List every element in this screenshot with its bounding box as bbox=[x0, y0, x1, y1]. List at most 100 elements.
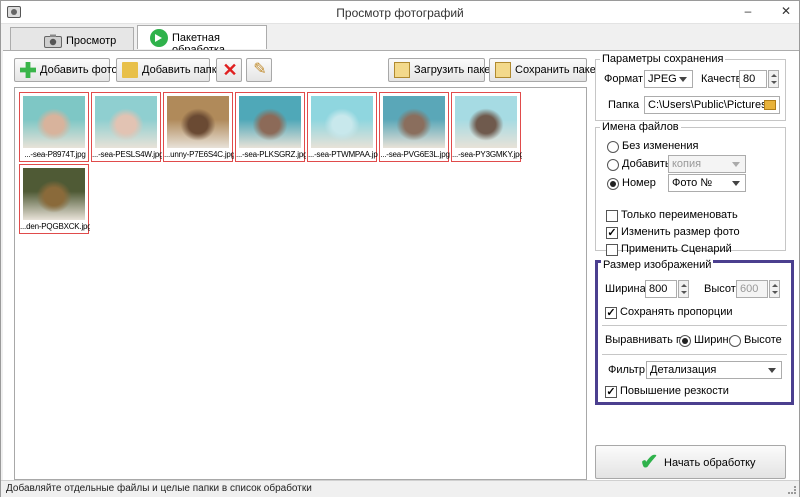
checkmark-icon: ✔ bbox=[640, 449, 659, 474]
quality-input[interactable]: 80 bbox=[739, 70, 767, 88]
file-name: ...-sea-PTWMPAA.jpg bbox=[308, 150, 378, 159]
filter-label: Фильтр bbox=[608, 364, 645, 376]
tab-view[interactable]: Просмотр bbox=[10, 27, 134, 50]
batch-panel: Добавить фото Добавить папку ✕ ✎ Загрузи… bbox=[3, 50, 799, 480]
sharpen-label: Повышение резкости bbox=[620, 385, 729, 397]
add-photo-label: Добавить фото bbox=[40, 64, 118, 76]
photo-preview bbox=[95, 96, 157, 148]
photo-preview bbox=[167, 96, 229, 148]
camera-icon bbox=[44, 34, 62, 48]
file-name: ...den-PQGBXCK.jpg bbox=[20, 222, 90, 231]
folder-path-input[interactable]: C:\Users\Public\Pictures bbox=[644, 96, 780, 114]
start-processing-button[interactable]: ✔ Начать обработку bbox=[595, 445, 786, 479]
folder-label: Папка bbox=[608, 99, 640, 111]
tab-bar: Просмотр Пакетная обработка bbox=[1, 24, 799, 56]
file-name: ...-sea-PESLS4W.jpg bbox=[92, 150, 162, 159]
width-input[interactable]: 800 bbox=[645, 280, 677, 298]
image-size-group: Размер изображений Ширина 800 Высота 600… bbox=[595, 259, 794, 405]
radio-number[interactable] bbox=[607, 178, 619, 190]
radio-align-height[interactable] bbox=[729, 335, 741, 347]
file-names-title: Имена файлов bbox=[600, 121, 681, 133]
file-thumbnail[interactable]: ...den-PQGBXCK.jpg bbox=[19, 164, 90, 234]
plus-icon bbox=[20, 62, 36, 78]
width-label: Ширина bbox=[605, 283, 646, 295]
photo-preview bbox=[23, 168, 85, 220]
align-height-label: Высоте bbox=[744, 334, 782, 346]
file-name: ...-sea-PLKSGRZ.jpg bbox=[236, 150, 306, 159]
number-format-select[interactable]: Фото № bbox=[668, 174, 746, 192]
resize-grip-icon[interactable] bbox=[788, 486, 796, 494]
close-button[interactable]: ✕ bbox=[773, 1, 799, 21]
height-stepper[interactable] bbox=[769, 280, 780, 298]
delete-button[interactable]: ✕ bbox=[216, 58, 242, 82]
play-icon bbox=[150, 29, 168, 47]
scenario-checkbox[interactable] bbox=[606, 244, 618, 256]
file-thumbnail[interactable]: ...-sea-PY3GMKY.jpg bbox=[451, 92, 522, 162]
save-params-group: Параметры сохранения Формат JPEG Качеств… bbox=[595, 53, 786, 121]
load-pack-button[interactable]: Загрузить пакет bbox=[388, 58, 495, 82]
number-label: Номер bbox=[622, 177, 656, 189]
add-suffix-select[interactable]: копия bbox=[668, 155, 746, 173]
radio-no-change[interactable] bbox=[607, 141, 619, 153]
load-pack-label: Загрузить пакет bbox=[414, 64, 496, 76]
photo-preview bbox=[23, 96, 85, 148]
sharpen-checkbox[interactable]: ✓ bbox=[605, 386, 617, 398]
file-thumbnail[interactable]: ...-sea-PESLS4W.jpg bbox=[91, 92, 162, 162]
rename-only-checkbox[interactable] bbox=[606, 210, 618, 222]
broom-icon: ✎ bbox=[253, 61, 267, 78]
file-name: ...-sea-PY3GMKY.jpg bbox=[452, 150, 522, 159]
save-pack-button[interactable]: Сохранить пакет bbox=[489, 58, 601, 82]
folder-browse-icon[interactable] bbox=[764, 100, 776, 110]
resize-checkbox[interactable]: ✓ bbox=[606, 227, 618, 239]
image-size-title: Размер изображений bbox=[601, 259, 714, 271]
resize-label: Изменить размер фото bbox=[621, 226, 740, 238]
quality-stepper[interactable] bbox=[768, 70, 779, 88]
status-text: Добавляйте отдельные файлы и целые папки… bbox=[6, 483, 312, 494]
photo-preview bbox=[311, 96, 373, 148]
folder-path-value: C:\Users\Public\Pictures bbox=[648, 99, 767, 111]
tab-batch[interactable]: Пакетная обработка bbox=[137, 25, 267, 56]
file-thumbnail[interactable]: ...-sea-PTWMPAA.jpg bbox=[307, 92, 378, 162]
radio-align-width[interactable] bbox=[679, 335, 691, 347]
add-folder-button[interactable]: Добавить папку bbox=[116, 58, 222, 82]
file-thumbnail[interactable]: ...-sea-PVG6E3L.jpg bbox=[379, 92, 450, 162]
status-bar: Добавляйте отдельные файлы и целые папки… bbox=[1, 480, 799, 497]
keep-proportions-checkbox[interactable]: ✓ bbox=[605, 307, 617, 319]
divider bbox=[602, 354, 787, 355]
add-label: Добавить bbox=[622, 158, 671, 170]
file-name: ...unny-P7E6S4C.jpg bbox=[164, 150, 234, 159]
file-name: ...-sea-P8974T.jpg bbox=[24, 150, 86, 159]
settings-panel: Параметры сохранения Формат JPEG Качеств… bbox=[595, 51, 799, 481]
filter-select[interactable]: Детализация bbox=[646, 361, 782, 379]
format-label: Формат bbox=[604, 73, 644, 85]
height-input[interactable]: 600 bbox=[736, 280, 768, 298]
width-stepper[interactable] bbox=[678, 280, 689, 298]
start-processing-label: Начать обработку bbox=[664, 457, 756, 469]
scenario-label: Применить Сценарий bbox=[621, 243, 732, 255]
photo-preview bbox=[455, 96, 517, 148]
app-window: Просмотр фотографий – ✕ Просмотр Пакетна… bbox=[0, 0, 800, 497]
clear-list-button[interactable]: ✎ bbox=[246, 58, 272, 82]
save-pack-label: Сохранить пакет bbox=[515, 64, 601, 76]
no-change-label: Без изменения bbox=[622, 140, 699, 152]
file-thumbnail[interactable]: ...-sea-PLKSGRZ.jpg bbox=[235, 92, 306, 162]
folder-add-icon bbox=[122, 62, 138, 78]
file-name: ...-sea-PVG6E3L.jpg bbox=[380, 150, 450, 159]
radio-add[interactable] bbox=[607, 159, 619, 171]
add-photo-button[interactable]: Добавить фото bbox=[14, 58, 118, 82]
photo-preview bbox=[383, 96, 445, 148]
add-folder-label: Добавить папку bbox=[142, 64, 223, 76]
file-thumbnail[interactable]: ...unny-P7E6S4C.jpg bbox=[163, 92, 234, 162]
title-bar: Просмотр фотографий – ✕ bbox=[1, 1, 799, 24]
divider bbox=[602, 325, 787, 326]
envelope-down-icon bbox=[495, 62, 511, 78]
envelope-up-icon bbox=[394, 62, 410, 78]
minimize-button[interactable]: – bbox=[735, 1, 761, 21]
format-select[interactable]: JPEG bbox=[644, 70, 693, 88]
rename-only-label: Только переименовать bbox=[621, 209, 738, 221]
keep-proportions-label: Сохранять пропорции bbox=[620, 306, 733, 318]
file-thumbnail[interactable]: ...-sea-P8974T.jpg bbox=[19, 92, 89, 162]
window-title: Просмотр фотографий bbox=[336, 6, 464, 20]
file-list[interactable]: ...-sea-P8974T.jpg ...-sea-PESLS4W.jpg...… bbox=[14, 87, 587, 480]
photo-preview bbox=[239, 96, 301, 148]
